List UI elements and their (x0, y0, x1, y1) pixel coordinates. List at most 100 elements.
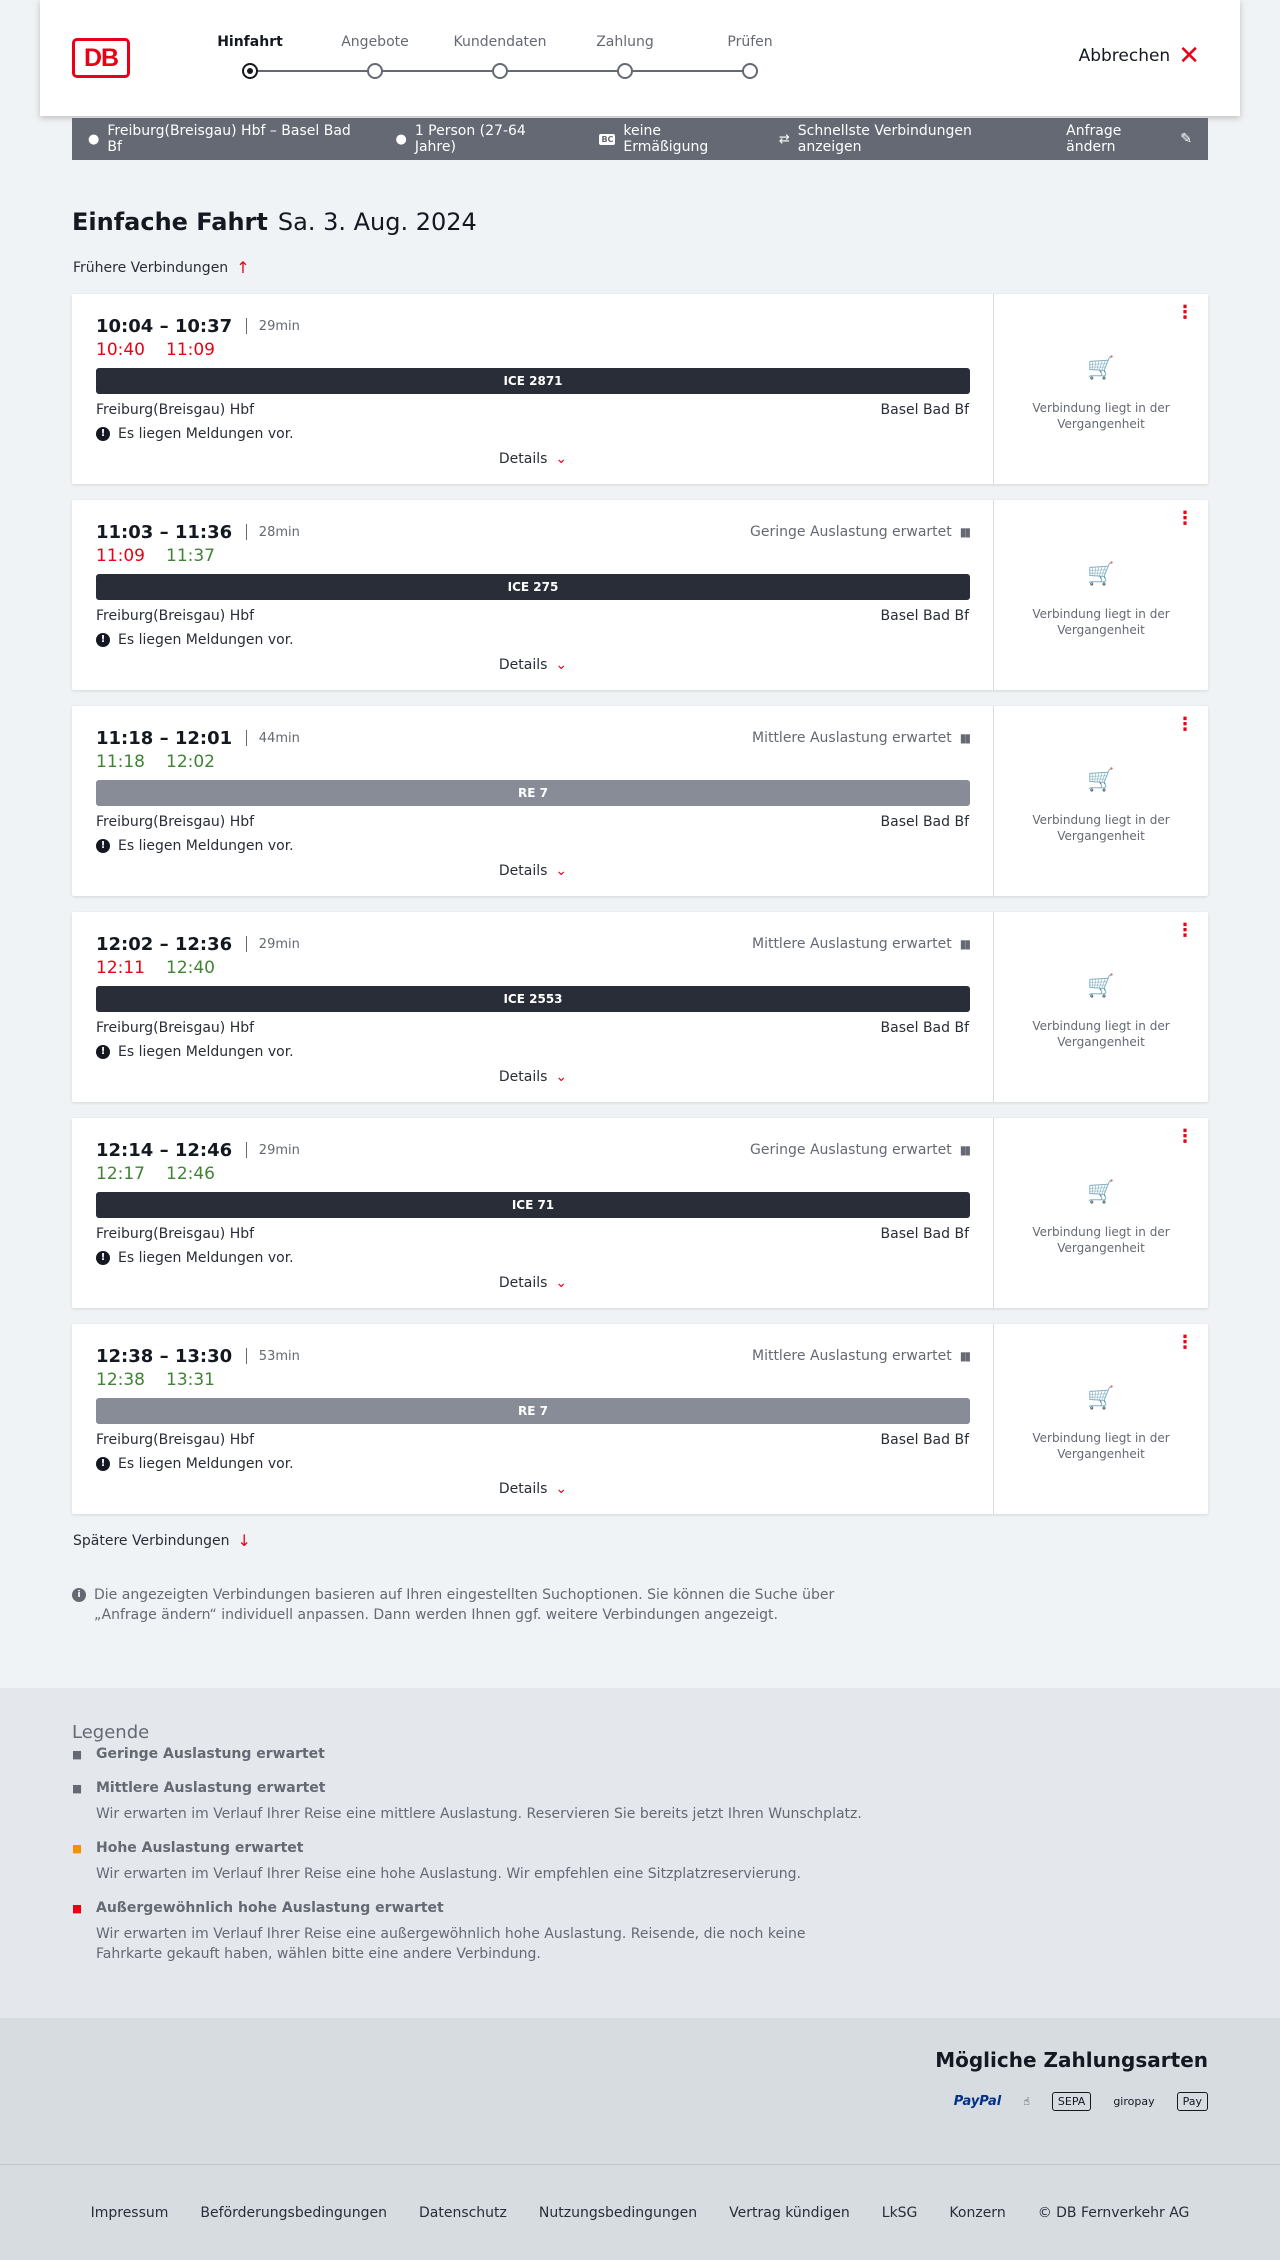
details-toggle[interactable]: Details ⌄ (72, 1275, 994, 1291)
legend-item-title: Außergewöhnlich hohe Auslastung erwartet (96, 1900, 444, 1916)
arrival-station: Basel Bad Bf (880, 1020, 969, 1036)
realtime-departure: 12:17 (96, 1164, 145, 1184)
details-toggle[interactable]: Details ⌄ (72, 863, 994, 879)
train-badge[interactable]: RE 7 (96, 1398, 970, 1424)
connection-card[interactable]: 10:04 – 10:37 29min 10:40 11:09 ICE 2871… (72, 294, 1208, 484)
notice: ! Es liegen Meldungen vor. (96, 1044, 294, 1060)
connection-card[interactable]: 12:02 – 12:36 29min 12:11 12:40 Mittlere… (72, 912, 1208, 1102)
details-toggle[interactable]: Details ⌄ (72, 657, 994, 673)
summary-route: ● Freiburg(Breisgau) Hbf – Basel Bad Bf (88, 123, 363, 155)
legend-item-title: Hohe Auslastung erwartet (96, 1840, 304, 1856)
edit-request-button[interactable]: Anfrage ändern ✎ (1066, 123, 1192, 155)
notice-text: Es liegen Meldungen vor. (118, 1044, 294, 1060)
realtime-arrival: 12:02 (166, 752, 215, 772)
details-label: Details (498, 1275, 548, 1291)
notice-text: Es liegen Meldungen vor. (118, 838, 294, 854)
connection-main[interactable]: 10:04 – 10:37 29min 10:40 11:09 ICE 2871… (72, 294, 994, 484)
past-connection-text: Verbindung liegt in der Vergangenheit (1032, 1019, 1170, 1049)
bahncard-icon: BC (599, 133, 616, 145)
later-connections-link[interactable]: Spätere Verbindungen ↓ (73, 1531, 251, 1550)
train-badge[interactable]: RE 7 (96, 780, 970, 806)
train-badge[interactable]: ICE 275 (96, 574, 970, 600)
connection-main[interactable]: 11:03 – 11:36 28min 11:09 11:37 Geringe … (72, 500, 994, 690)
cancel-button[interactable]: Abbrechen ✕ (1079, 43, 1200, 69)
cart-unavailable-icon: 🛒 (1087, 1386, 1115, 1411)
db-logo[interactable]: DB (72, 38, 130, 78)
past-connection-text: Verbindung liegt in der Vergangenheit (1032, 1225, 1170, 1255)
divider (245, 730, 247, 746)
divider (245, 1348, 247, 1364)
footer-link: © DB Fernverkehr AG (1037, 2205, 1190, 2221)
trip-date: Sa. 3. Aug. 2024 (277, 208, 477, 236)
legend-item-title: Geringe Auslastung erwartet (96, 1746, 325, 1762)
footer-link[interactable]: LkSG (882, 2205, 918, 2221)
more-options-icon[interactable]: ⋮ (1176, 716, 1194, 734)
edit-request-label: Anfrage ändern (1066, 123, 1122, 155)
legend-item-title: Mittlere Auslastung erwartet (96, 1780, 326, 1796)
legend-item: ▮▮ Hohe Auslastung erwartet Wir erwarten i… (72, 1840, 872, 1884)
occupancy-icon: ▮▮ (959, 1349, 971, 1363)
footer-links: Impressum Beförderungsbedingungen Datensch… (0, 2205, 1280, 2221)
departure-station: Freiburg(Breisgau) Hbf (96, 402, 255, 418)
occupancy-level-icon: ▮▮ (72, 1747, 82, 1761)
connection-main[interactable]: 12:02 – 12:36 29min 12:11 12:40 Mittlere… (72, 912, 994, 1102)
footer-link[interactable]: Nutzungsbedingungen (539, 2205, 697, 2221)
connection-card[interactable]: 12:14 – 12:46 29min 12:17 12:46 Geringe … (72, 1118, 1208, 1308)
details-toggle[interactable]: Details ⌄ (72, 1481, 994, 1497)
exclamation-icon: ! (96, 427, 110, 441)
step-label-pruefen: Prüfen (727, 34, 773, 50)
footer-link[interactable]: Datenschutz (419, 2205, 507, 2221)
footer-link[interactable]: Konzern (949, 2205, 1005, 2221)
connection-card[interactable]: 12:38 – 13:30 53min 12:38 13:31 Mittlere… (72, 1324, 1208, 1514)
chevron-down-icon: ⌄ (555, 451, 568, 467)
page-title: Einfache Fahrt Sa. 3. Aug. 2024 (72, 208, 477, 236)
more-options-icon[interactable]: ⋮ (1176, 922, 1194, 940)
train-badge[interactable]: ICE 71 (96, 1192, 970, 1218)
legend-item-title-row: ▮▮ Außergewöhnlich hohe Auslastung erwart… (72, 1900, 872, 1916)
step-dot-hinfahrt (242, 63, 258, 79)
chevron-down-icon: ⌄ (555, 657, 568, 673)
summary-fastest: ⇄ Schnellste Verbindungen anzeigen (779, 123, 1034, 155)
earlier-connections-link[interactable]: Frühere Verbindungen ↑ (73, 258, 250, 277)
past-connection-text: Verbindung liegt in der Vergangenheit (1032, 401, 1170, 431)
details-toggle[interactable]: Details ⌄ (72, 1069, 994, 1085)
chevron-down-icon: ⌄ (555, 1069, 568, 1085)
exclamation-icon: ! (96, 1045, 110, 1059)
train-badge[interactable]: ICE 2553 (96, 986, 970, 1012)
footer-link[interactable]: Beförderungsbedingungen (200, 2205, 387, 2221)
connection-card[interactable]: 11:18 – 12:01 44min 11:18 12:02 Mittlere… (72, 706, 1208, 896)
connection-card[interactable]: 11:03 – 11:36 28min 11:09 11:37 Geringe … (72, 500, 1208, 690)
legend-item-desc: Wir erwarten im Verlauf Ihrer Reise eine… (96, 1866, 801, 1882)
step-dot-zahlung (617, 63, 633, 79)
chevron-down-icon: ⌄ (555, 1481, 568, 1497)
connection-main[interactable]: 11:18 – 12:01 44min 11:18 12:02 Mittlere… (72, 706, 994, 896)
legend-item: ▮▮ Außergewöhnlich hohe Auslastung erwart… (72, 1900, 872, 1964)
train-badge[interactable]: ICE 2871 (96, 368, 970, 394)
route-text: Freiburg(Breisgau) Hbf – Basel Bad Bf (107, 123, 351, 155)
details-toggle[interactable]: Details ⌄ (72, 451, 994, 467)
occupancy-info: Mittlere Auslastung erwartet ▮▮ (752, 1348, 971, 1364)
occupancy-info: Geringe Auslastung erwartet ▮▮ (750, 1142, 971, 1158)
departure-station: Freiburg(Breisgau) Hbf (96, 1226, 255, 1242)
more-options-icon[interactable]: ⋮ (1176, 510, 1194, 528)
duration: 28min (258, 525, 300, 540)
footer-link[interactable]: Impressum (91, 2205, 169, 2221)
exclamation-icon: ! (96, 1251, 110, 1265)
notice-text: Es liegen Meldungen vor. (118, 632, 294, 648)
duration: 53min (258, 1349, 300, 1364)
notice: ! Es liegen Meldungen vor. (96, 1250, 294, 1266)
realtime-departure: 12:38 (96, 1370, 145, 1390)
more-options-icon[interactable]: ⋮ (1176, 1334, 1194, 1352)
connection-main[interactable]: 12:14 – 12:46 29min 12:17 12:46 Geringe … (72, 1118, 994, 1308)
more-options-icon[interactable]: ⋮ (1176, 304, 1194, 322)
payment-title: Mögliche Zahlungsarten (935, 2048, 1208, 2072)
connection-main[interactable]: 12:38 – 13:30 53min 12:38 13:31 Mittlere… (72, 1324, 994, 1514)
cart-unavailable-icon: 🛒 (1087, 768, 1115, 793)
location-pin-icon: ● (88, 131, 100, 147)
more-options-icon[interactable]: ⋮ (1176, 1128, 1194, 1146)
footer-link[interactable]: Vertrag kündigen (729, 2205, 850, 2221)
offer-panel: ⋮ 🛒 Verbindung liegt in der Vergangenhei… (994, 912, 1208, 1102)
legend-item-desc: Wir erwarten im Verlauf Ihrer Reise eine… (96, 1926, 806, 1962)
legend-item-title-row: ▮▮ Mittlere Auslastung erwartet (72, 1780, 872, 1796)
occupancy-icon: ▮▮ (959, 525, 971, 539)
